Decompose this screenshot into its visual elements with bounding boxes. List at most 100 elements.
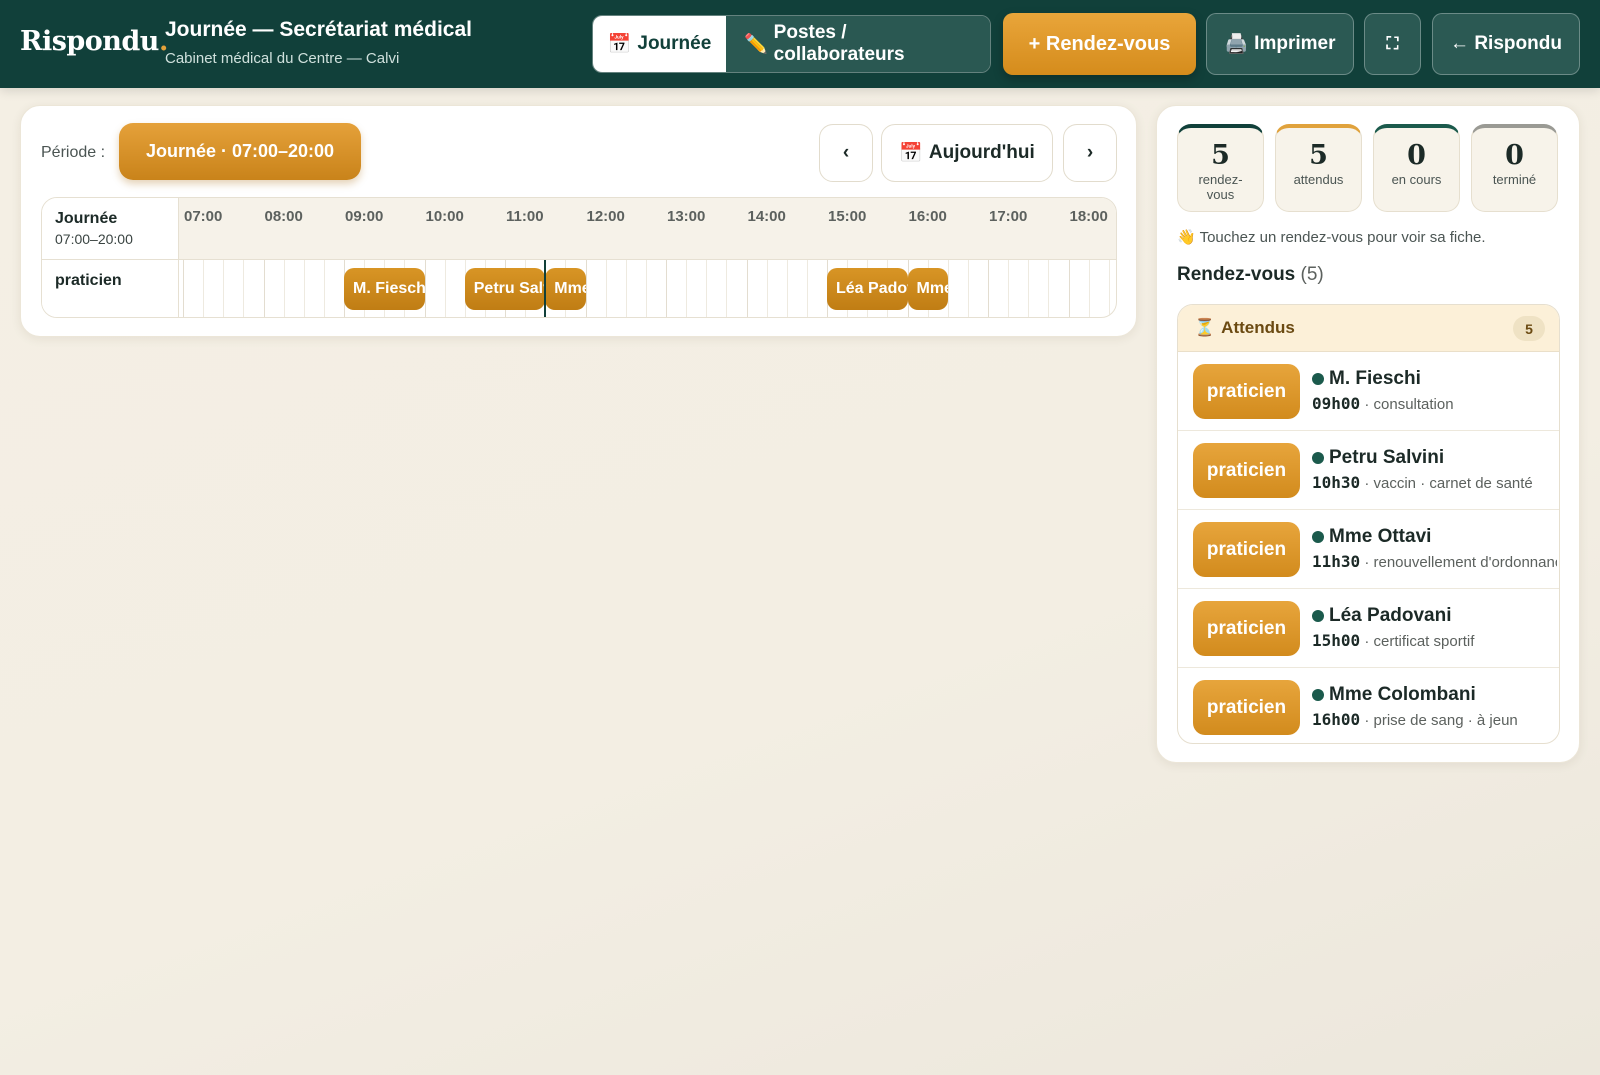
timeline-row-label: praticien	[55, 272, 122, 289]
group-count-badge: 5	[1513, 316, 1545, 341]
today-label: Aujourd'hui	[928, 142, 1035, 163]
grid-line	[263, 260, 265, 317]
stat-total: 5 rendez-vous	[1177, 124, 1264, 212]
printer-icon: 🖨️	[1224, 34, 1249, 55]
grid-line	[1048, 260, 1050, 317]
grid-line	[1068, 260, 1070, 317]
hour-label: 18:00	[1069, 208, 1108, 225]
hour-label: 08:00	[264, 208, 303, 225]
grid-line	[706, 260, 708, 317]
status-dot-icon	[1312, 373, 1324, 385]
appointment-list-item[interactable]: praticien Léa Padovani 15h00 · certificat …	[1178, 589, 1559, 668]
patient-name: M. Fieschi	[1312, 368, 1421, 390]
period-selector[interactable]: Journée · 07:00–20:00	[119, 123, 361, 180]
grid-line	[605, 260, 607, 317]
timeline-appointment[interactable]: Mme Colombani	[907, 268, 948, 310]
status-dot-icon	[1312, 531, 1324, 543]
print-button[interactable]: 🖨️ Imprimer	[1206, 13, 1354, 75]
current-time-indicator	[544, 260, 547, 317]
patient-name: Léa Padovani	[1312, 605, 1452, 627]
grid-line	[746, 260, 748, 317]
grid-line	[1088, 260, 1090, 317]
grid-line	[967, 260, 969, 317]
page-title: Journée — Secrétariat médical	[165, 18, 472, 41]
grid-line	[283, 260, 285, 317]
grid-line	[726, 260, 728, 317]
appointment-meta: 09h00 · consultation	[1312, 394, 1557, 413]
stat-done: 0 terminé	[1471, 124, 1558, 212]
grid-line	[806, 260, 808, 317]
timeline-corner-range: 07:00–20:00	[55, 231, 133, 247]
chevron-right-icon: ›	[1086, 142, 1094, 163]
grid-line	[585, 260, 587, 317]
calendar-icon: 📅	[607, 34, 632, 55]
grid-line	[988, 260, 989, 317]
tap-hint: 👋 Touchez un rendez-vous pour voir sa fi…	[1177, 229, 1486, 246]
appointments-list-title: Rendez-vous (5)	[1177, 264, 1324, 285]
expected-group: ⏳ Attendus 5 praticien M. Fieschi 09h00 · …	[1177, 304, 1560, 744]
appointment-list-item[interactable]: praticien Mme Ottavi 11h30 · renouvellemen…	[1178, 510, 1559, 589]
stat-expected-value: 5	[1309, 140, 1328, 171]
pencil-icon: ✏️	[744, 34, 768, 55]
appointments-panel: 5 rendez-vous 5 attendus 0 en cours 0 te…	[1156, 105, 1580, 763]
appointment-list-item[interactable]: praticien Petru Salvini 10h30 · vaccin · c…	[1178, 431, 1559, 510]
timeline-appointment[interactable]: M. Fieschi	[344, 268, 425, 310]
stat-in-progress: 0 en cours	[1373, 124, 1460, 212]
appointments-count: (5)	[1300, 264, 1324, 285]
appointment-detail: · renouvellement d'ordonnance	[1364, 554, 1557, 571]
app-logo[interactable]: Rispondu.	[20, 26, 168, 57]
next-day-button[interactable]: ›	[1063, 124, 1117, 182]
expected-group-header[interactable]: ⏳ Attendus 5	[1178, 305, 1559, 352]
timeline-appointment[interactable]: Léa Padovani	[827, 268, 908, 310]
appointment-time: 15h00	[1312, 631, 1361, 650]
grid-line	[1028, 260, 1030, 317]
patient-name: Mme Ottavi	[1312, 526, 1431, 548]
timeline-appointment[interactable]: Petru Salvini	[464, 268, 546, 310]
practitioner-chip: praticien	[1193, 601, 1300, 656]
day-timeline: Journée 07:00–20:00 praticien 07:00 08:00…	[41, 197, 1117, 318]
appointment-meta: 10h30 · vaccin · carnet de santé	[1312, 473, 1557, 492]
hourglass-icon: ⏳	[1194, 318, 1216, 337]
grid-line	[625, 260, 627, 317]
new-appointment-button[interactable]: + Rendez-vous	[1003, 13, 1196, 75]
chevron-left-icon: ‹	[842, 142, 850, 163]
hour-label: 09:00	[345, 208, 384, 225]
stat-done-value: 0	[1505, 140, 1524, 171]
appointment-detail: · prise de sang · à jeun	[1364, 712, 1518, 729]
patient-name: Mme Colombani	[1312, 684, 1476, 706]
timeline-corner: Journée 07:00–20:00 praticien	[42, 198, 179, 317]
grid-line	[766, 260, 768, 317]
hour-label: 14:00	[747, 208, 786, 225]
hour-label: 07:00	[184, 208, 223, 225]
tab-label: Journée	[637, 33, 712, 54]
stat-expected-label: attendus	[1293, 172, 1344, 187]
tab-postes-collaborateurs[interactable]: ✏️ Postes / collaborateurs	[726, 16, 990, 72]
back-to-rispondu-button[interactable]: ← Rispondu	[1432, 13, 1580, 75]
practitioner-chip: praticien	[1193, 443, 1300, 498]
stat-in-progress-value: 0	[1407, 140, 1426, 171]
practitioner-chip: praticien	[1193, 364, 1300, 419]
hour-label: 15:00	[828, 208, 867, 225]
tab-journee[interactable]: 📅 Journée	[593, 16, 726, 72]
appointment-meta: 16h00 · prise de sang · à jeun	[1312, 710, 1557, 729]
fullscreen-button[interactable]: ⛶	[1364, 13, 1421, 75]
timeline-corner-title: Journée	[55, 210, 118, 227]
status-dot-icon	[1312, 610, 1324, 622]
grid-line	[183, 260, 184, 317]
timeline-appointment[interactable]: Mme Ottavi	[545, 268, 586, 310]
patient-name: Petru Salvini	[1312, 447, 1444, 469]
grid-line	[1108, 260, 1110, 317]
appointment-list-item[interactable]: praticien M. Fieschi 09h00 · consultation	[1178, 352, 1559, 431]
group-label: Attendus	[1221, 318, 1295, 337]
period-label: Période :	[41, 144, 106, 161]
page-subtitle: Cabinet médical du Centre — Calvi	[165, 50, 400, 67]
grid-line	[203, 260, 205, 317]
appointment-list-item[interactable]: praticien Mme Colombani 16h00 · prise de s…	[1178, 668, 1559, 743]
stat-total-label: rendez-vous	[1198, 172, 1243, 202]
grid-line	[323, 260, 325, 317]
today-button[interactable]: 📅 Aujourd'hui	[881, 124, 1053, 182]
stat-total-value: 5	[1211, 140, 1230, 171]
hour-label: 16:00	[908, 208, 947, 225]
previous-day-button[interactable]: ‹	[819, 124, 873, 182]
appointment-detail: · vaccin · carnet de santé	[1364, 475, 1533, 492]
